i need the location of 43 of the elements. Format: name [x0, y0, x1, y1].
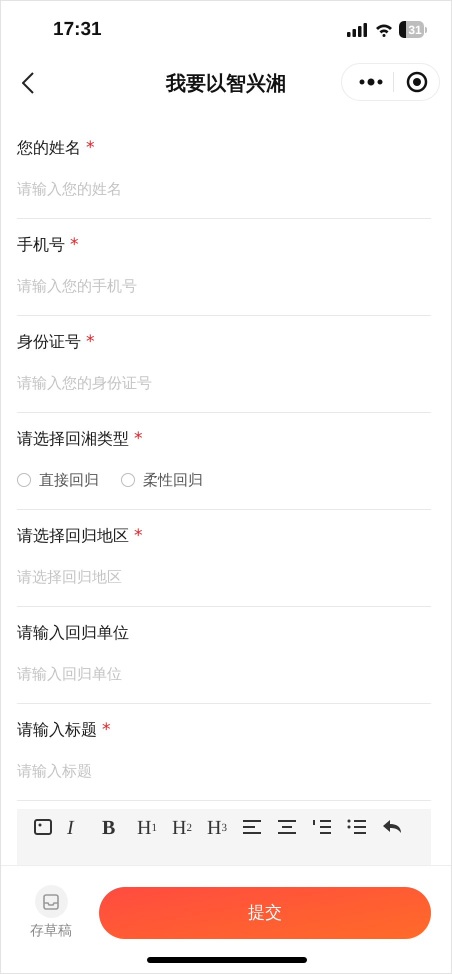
- back-icon: [22, 72, 34, 94]
- input-field[interactable]: 请输入您的姓名: [17, 177, 431, 201]
- numbered-list-icon[interactable]: [312, 819, 332, 835]
- input-field[interactable]: 请输入回归单位: [17, 662, 431, 686]
- align-center-icon[interactable]: [277, 819, 297, 835]
- field-label: 身份证号: [17, 332, 81, 352]
- picker-field[interactable]: 请选择回归地区: [17, 565, 431, 589]
- field-label: 手机号: [17, 234, 65, 256]
- required-mark: *: [134, 526, 142, 546]
- input-field[interactable]: 请输入标题: [17, 759, 431, 783]
- italic-button[interactable]: I: [67, 819, 87, 839]
- battery-icon: 31: [399, 21, 427, 38]
- signal-icon: [347, 22, 369, 36]
- field-label: 您的姓名: [17, 138, 81, 158]
- required-mark: *: [70, 235, 78, 255]
- more-icon: [359, 78, 383, 86]
- wifi-icon: [375, 22, 393, 36]
- more-button[interactable]: [359, 78, 383, 86]
- radio-label: 柔性回归: [143, 470, 203, 490]
- radio-button[interactable]: [17, 473, 31, 487]
- save-draft-button[interactable]: 存草稿: [25, 885, 77, 940]
- input-field[interactable]: 请输入您的身份证号: [17, 371, 431, 395]
- bold-button[interactable]: B: [102, 819, 122, 839]
- required-mark: *: [134, 429, 142, 449]
- input-field[interactable]: 请输入您的手机号: [17, 274, 431, 298]
- page-title: 我要以智兴湘: [166, 70, 286, 96]
- close-button[interactable]: [406, 71, 428, 93]
- required-mark: *: [102, 720, 110, 740]
- status-time: 17:31: [53, 18, 102, 40]
- field-label: 请选择回归地区: [17, 526, 129, 546]
- undo-icon[interactable]: [382, 819, 402, 835]
- field-label: 请输入标题: [17, 720, 97, 740]
- radio-button[interactable]: [121, 473, 135, 487]
- bullet-list-icon[interactable]: [347, 819, 367, 835]
- image-icon[interactable]: [34, 819, 52, 835]
- required-mark: *: [86, 332, 94, 352]
- align-left-icon[interactable]: [242, 819, 262, 835]
- required-mark: *: [86, 138, 94, 158]
- radio-label: 直接回归: [39, 470, 99, 490]
- inbox-icon: [42, 892, 60, 910]
- target-icon: [406, 71, 428, 93]
- field-label: 请选择回湘类型: [17, 428, 129, 450]
- field-label: 请输入回归单位: [17, 622, 129, 644]
